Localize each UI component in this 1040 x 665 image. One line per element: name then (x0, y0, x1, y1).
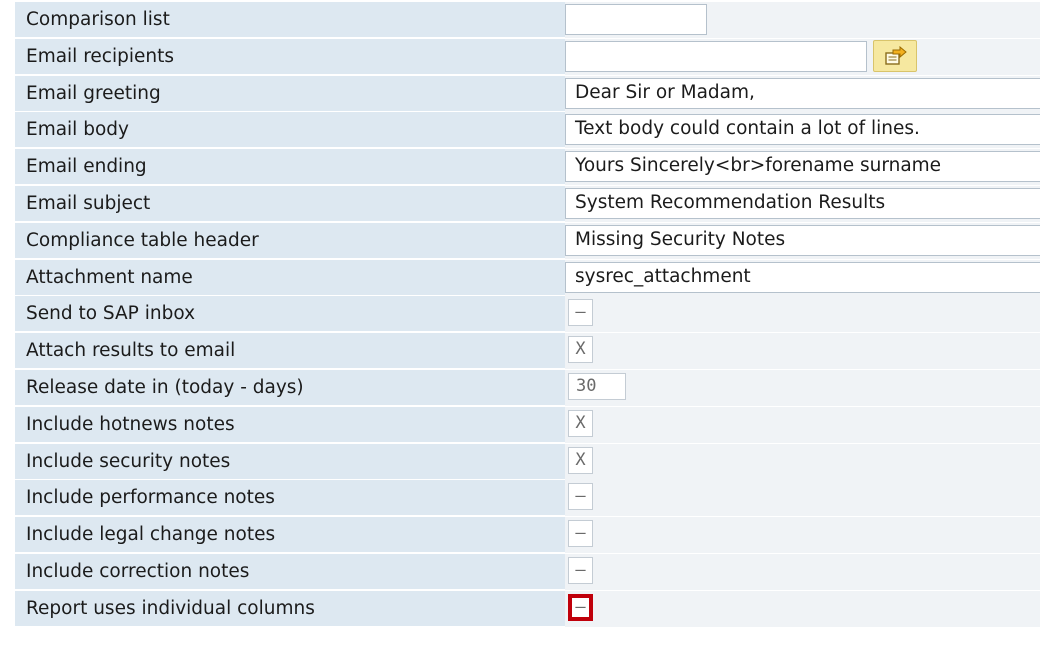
param-label-comparison-list: Comparison list (26, 9, 170, 30)
param-row-email-subject: Email subject System Recommendation Resul… (15, 186, 1040, 222)
param-label-include-legal-change-notes: Include legal change notes (26, 524, 276, 546)
report-uses-individual-columns-checkbox[interactable]: – (568, 593, 593, 621)
release-date-in-today-days-days-input[interactable]: 30 (568, 373, 626, 400)
param-label-compliance-table-header: Compliance table header (26, 229, 259, 251)
parameter-form: Comparison list Email recipients Email gre… (0, 0, 1040, 665)
param-label-cell: Email body (15, 112, 565, 149)
param-label-include-correction-notes: Include correction notes (26, 561, 250, 582)
param-row-attach-results-to-email: Attach results to email X (15, 333, 1040, 370)
param-label-cell: Report uses individual columns (15, 590, 565, 627)
attach-results-to-email-checkbox[interactable]: X (568, 336, 593, 364)
param-value-cell: – (565, 480, 1040, 517)
include-security-notes-checkbox[interactable]: X (568, 446, 593, 474)
param-label-include-security-notes: Include security notes (26, 450, 231, 472)
param-value-cell: X (565, 333, 1040, 370)
param-value-cell: – (565, 554, 1040, 590)
param-label-email-ending: Email ending (26, 156, 147, 178)
param-row-comparison-list: Comparison list (15, 2, 1040, 38)
param-label-attach-results-to-email: Attach results to email (26, 340, 236, 362)
param-value-cell: Text body could contain a lot of lines. (565, 112, 1040, 149)
param-label-email-body: Email body (26, 119, 129, 141)
include-legal-change-notes-checkbox[interactable]: – (568, 520, 593, 548)
param-value-cell: sysrec_attachment (565, 259, 1040, 296)
param-label-cell: Release date in (today - days) (15, 370, 565, 406)
param-row-include-correction-notes: Include correction notes – (15, 554, 1040, 590)
param-row-attachment-name: Attachment name sysrec_attachment (15, 259, 1040, 296)
param-label-cell: Include security notes (15, 443, 565, 480)
param-label-cell: Compliance table header (15, 222, 565, 259)
param-row-compliance-table-header: Compliance table header Missing Security … (15, 222, 1040, 259)
attachment-name-input[interactable]: sysrec_attachment (565, 261, 1040, 293)
param-value-cell: – (565, 296, 1040, 333)
param-label-email-recipients: Email recipients (26, 45, 174, 67)
multiple-selection-button[interactable] (873, 39, 917, 72)
param-row-include-security-notes: Include security notes X (15, 443, 1040, 480)
param-label-attachment-name: Attachment name (26, 266, 193, 288)
param-label-cell: Include hotnews notes (15, 406, 565, 443)
param-row-include-legal-change-notes: Include legal change notes – (15, 517, 1040, 554)
param-label-email-subject: Email subject (26, 193, 151, 214)
param-row-release-date-in-today-days: Release date in (today - days) 30 (15, 370, 1040, 406)
param-label-email-greeting: Email greeting (26, 82, 161, 104)
email-ending-input[interactable]: Yours Sincerely<br>forename surname (565, 151, 1040, 183)
param-label-cell: Attachment name (15, 259, 565, 296)
email-recipients-input[interactable] (565, 40, 867, 72)
param-row-include-performance-notes: Include performance notes – (15, 480, 1040, 517)
param-label-include-performance-notes: Include performance notes (26, 487, 275, 509)
param-value-cell: Dear Sir or Madam, (565, 75, 1040, 112)
param-label-cell: Comparison list (15, 2, 565, 38)
param-row-email-body: Email body Text body could contain a lot … (15, 112, 1040, 149)
email-subject-input[interactable]: System Recommendation Results (565, 188, 1040, 219)
param-label-cell: Attach results to email (15, 333, 565, 370)
param-label-release-date-in-today-days: Release date in (today - days) (26, 377, 304, 398)
param-row-report-uses-individual-columns: Report uses individual columns – (15, 590, 1040, 627)
param-label-cell: Include performance notes (15, 480, 565, 517)
include-performance-notes-checkbox[interactable]: – (568, 483, 593, 511)
include-correction-notes-checkbox[interactable]: – (568, 557, 593, 584)
param-label-cell: Include legal change notes (15, 517, 565, 554)
param-value-cell (565, 38, 1040, 75)
param-value-cell: X (565, 443, 1040, 480)
param-value-cell: 30 (565, 370, 1040, 406)
include-hotnews-notes-checkbox[interactable]: X (568, 409, 593, 437)
param-value-cell: System Recommendation Results (565, 186, 1040, 222)
param-row-include-hotnews-notes: Include hotnews notes X (15, 406, 1040, 443)
param-value-cell: – (565, 517, 1040, 554)
param-label-cell: Send to SAP inbox (15, 296, 565, 333)
send-to-sap-inbox-checkbox[interactable]: – (568, 299, 593, 327)
param-row-email-greeting: Email greeting Dear Sir or Madam, (15, 75, 1040, 112)
param-label-report-uses-individual-columns: Report uses individual columns (26, 597, 315, 619)
param-label-cell: Email recipients (15, 38, 565, 75)
param-row-email-recipients: Email recipients (15, 38, 1040, 75)
param-value-cell: X (565, 406, 1040, 443)
param-row-email-ending: Email ending Yours Sincerely<br>forename … (15, 149, 1040, 186)
param-label-cell: Include correction notes (15, 554, 565, 590)
param-value-cell (565, 2, 1040, 38)
param-label-cell: Email greeting (15, 75, 565, 112)
param-label-include-hotnews-notes: Include hotnews notes (26, 413, 235, 435)
email-body-input[interactable]: Text body could contain a lot of lines. (565, 114, 1040, 146)
param-value-cell: Missing Security Notes (565, 222, 1040, 259)
comparison-list-input[interactable] (565, 4, 707, 35)
param-label-send-to-sap-inbox: Send to SAP inbox (26, 303, 196, 325)
param-value-cell: Yours Sincerely<br>forename surname (565, 149, 1040, 186)
param-label-cell: Email subject (15, 186, 565, 222)
param-row-send-to-sap-inbox: Send to SAP inbox – (15, 296, 1040, 333)
param-label-cell: Email ending (15, 149, 565, 186)
param-value-cell: – (565, 590, 1040, 627)
email-greeting-input[interactable]: Dear Sir or Madam, (565, 77, 1040, 109)
compliance-table-header-input[interactable]: Missing Security Notes (565, 224, 1040, 256)
